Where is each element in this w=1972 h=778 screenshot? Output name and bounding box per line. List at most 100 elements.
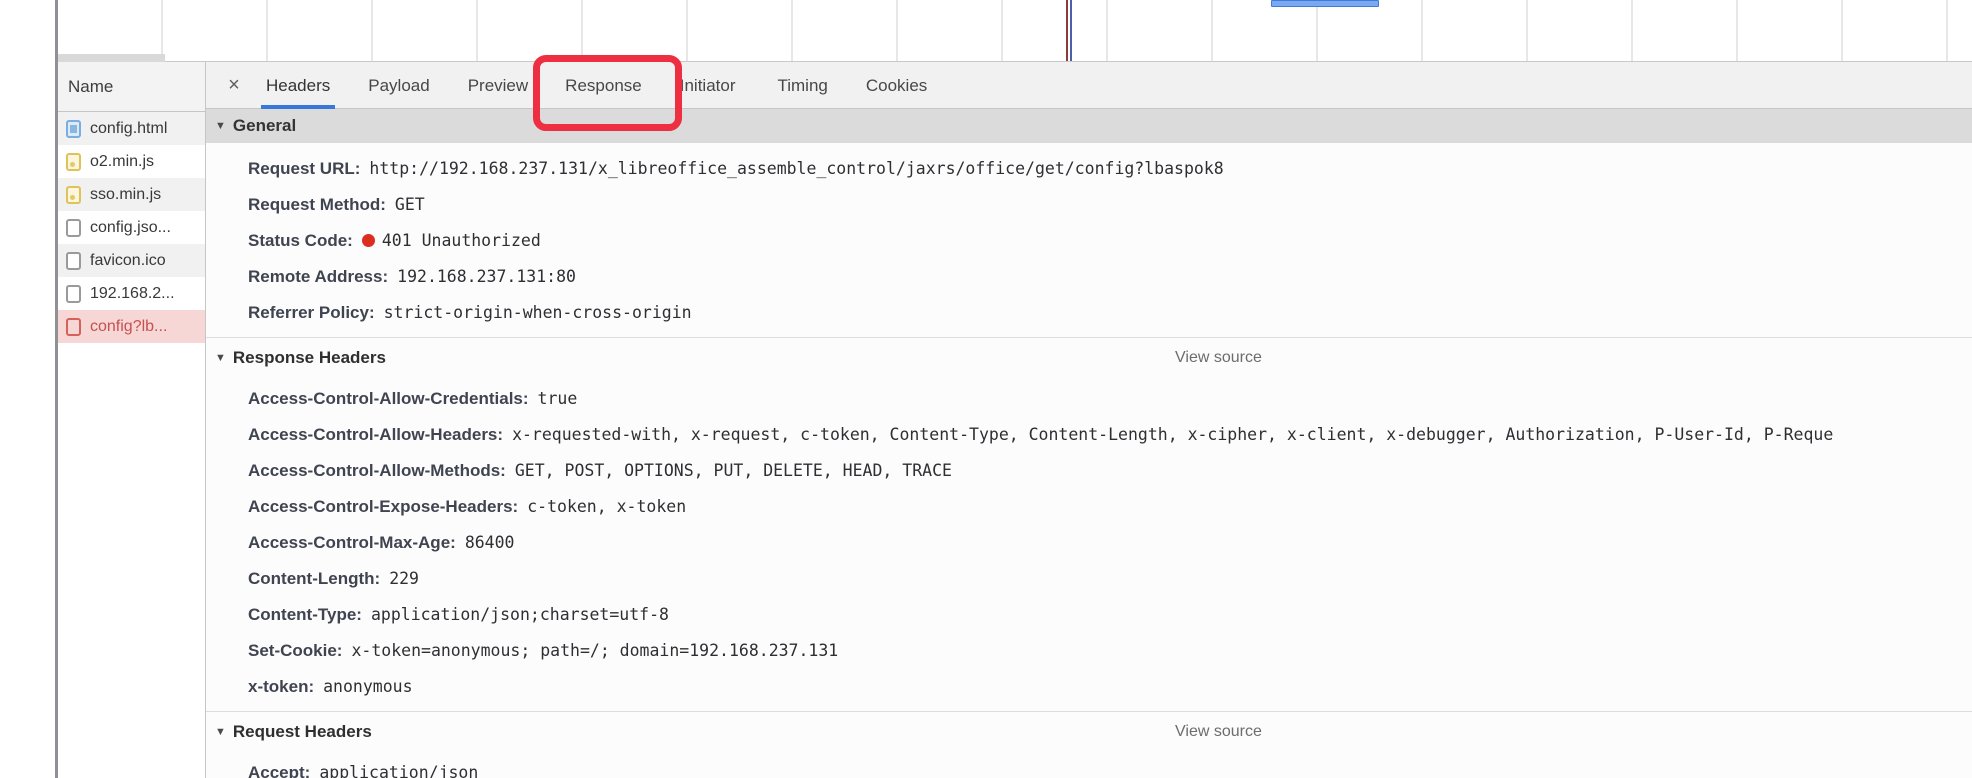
request-name: config?lb... [90, 317, 168, 335]
header-row-x-token: x-token: anonymous [206, 669, 1972, 705]
header-row-aceh: Access-Control-Expose-Headers: c-token, x… [206, 489, 1972, 525]
tab-label: Response [565, 75, 642, 95]
header-row-remote-address: Remote Address: 192.168.237.131:80 [206, 259, 1972, 295]
request-row-o2-min-js[interactable]: o2.min.js [58, 145, 205, 178]
header-value: http://192.168.237.131/x_libreoffice_ass… [369, 159, 1224, 178]
response-headers-body: Access-Control-Allow-Credentials: true Ac… [206, 377, 1972, 711]
header-key: Accept: [248, 763, 311, 778]
tab-response[interactable]: Response [565, 62, 642, 109]
tab-label: Cookies [865, 75, 928, 95]
tab-timing[interactable]: Timing [777, 62, 827, 109]
header-value: 192.168.237.131:80 [397, 267, 576, 286]
tab-preview[interactable]: Preview [468, 62, 528, 109]
header-row-acam: Access-Control-Allow-Methods: GET, POST, … [206, 453, 1972, 489]
request-name: sso.min.js [90, 185, 162, 203]
request-row-config-json[interactable]: config.jso... [58, 211, 205, 244]
tab-label: Payload [368, 75, 430, 95]
request-name: 192.168.2... [90, 284, 175, 302]
script-icon [66, 185, 81, 204]
header-value: c-token, x-token [527, 497, 687, 516]
request-row-config-html[interactable]: config.html [58, 112, 205, 145]
tab-headers[interactable]: Headers [261, 62, 336, 109]
header-value: strict-origin-when-cross-origin [383, 303, 692, 322]
request-table: Name config.html o2.min.js sso.min.js co… [58, 62, 206, 778]
header-row-max-age: Access-Control-Max-Age: 86400 [206, 525, 1972, 561]
error-file-icon [66, 317, 81, 336]
chevron-down-icon: ▼ [215, 120, 226, 132]
header-key: Request Method: [248, 195, 386, 214]
header-value: 401 Unauthorized [381, 231, 541, 250]
header-key: Access-Control-Max-Age: [248, 533, 456, 552]
header-row-acah: Access-Control-Allow-Headers: x-requested… [206, 417, 1972, 453]
header-row-request-method: Request Method: GET [206, 187, 1972, 223]
header-value: application/json [319, 763, 479, 778]
request-row-sso-min-js[interactable]: sso.min.js [58, 178, 205, 211]
domcontentloaded-event-line [1070, 0, 1072, 61]
document-icon [66, 119, 81, 138]
request-row-ip[interactable]: 192.168.2... [58, 277, 205, 310]
header-key: Remote Address: [248, 267, 389, 286]
header-value: application/json;charset=utf-8 [370, 605, 669, 624]
header-key: Request URL: [248, 159, 361, 178]
script-icon [66, 152, 81, 171]
header-row-content-type: Content-Type: application/json;charset=ut… [206, 597, 1972, 633]
header-row-content-length: Content-Length: 229 [206, 561, 1972, 597]
header-value: 86400 [464, 533, 515, 552]
tab-payload[interactable]: Payload [368, 62, 429, 109]
tab-initiator[interactable]: Initiator [680, 62, 736, 109]
header-row-set-cookie: Set-Cookie: x-token=anonymous; path=/; do… [206, 633, 1972, 669]
request-details-pane: × Headers Payload Preview Response Initi… [206, 62, 1972, 778]
header-key: Content-Length: [248, 569, 381, 588]
active-tab-underline [261, 104, 336, 109]
header-value: GET, POST, OPTIONS, PUT, DELETE, HEAD, T… [514, 461, 952, 480]
file-icon [66, 251, 81, 270]
sidebar-scrollbar[interactable] [58, 54, 165, 62]
devtools-network-panel: Name config.html o2.min.js sso.min.js co… [0, 0, 1972, 778]
status-error-dot-icon [361, 234, 375, 247]
request-name: config.html [90, 119, 168, 137]
name-column-header[interactable]: Name [58, 62, 205, 112]
header-key: Content-Type: [248, 605, 362, 624]
header-key: Set-Cookie: [248, 641, 343, 660]
tab-label: Initiator [679, 75, 736, 95]
header-value: x-requested-with, x-request, c-token, Co… [512, 425, 1834, 444]
header-row-referrer-policy: Referrer Policy: strict-origin-when-cross… [206, 295, 1972, 331]
header-row-accept: Accept: application/json [206, 755, 1972, 778]
section-title: Request Headers [232, 722, 372, 741]
request-headers-body: Accept: application/json [206, 751, 1972, 778]
header-value: true [537, 389, 578, 408]
chevron-down-icon: ▼ [215, 726, 226, 738]
request-row-favicon[interactable]: favicon.ico [58, 244, 205, 277]
waterfall-request-bar [1271, 0, 1379, 7]
request-name: favicon.ico [90, 251, 166, 269]
header-row-status-code: Status Code: 401 Unauthorized [206, 223, 1972, 259]
header-key: x-token: [248, 677, 315, 696]
request-headers-section-toggle[interactable]: ▼ Request Headers View source [206, 711, 1972, 751]
header-key: Referrer Policy: [248, 303, 375, 322]
request-name: o2.min.js [90, 152, 155, 170]
header-key: Access-Control-Allow-Headers: [248, 425, 504, 444]
network-overview-timeline[interactable] [58, 0, 1972, 62]
view-source-link[interactable]: View source [1175, 712, 1262, 752]
tab-label: Headers [266, 75, 331, 95]
network-main-split: Name config.html o2.min.js sso.min.js co… [58, 62, 1972, 778]
header-key: Access-Control-Expose-Headers: [248, 497, 519, 516]
file-icon [66, 218, 81, 237]
request-name: config.jso... [90, 218, 171, 236]
view-source-link[interactable]: View source [1175, 338, 1262, 378]
load-event-line [1066, 0, 1068, 61]
general-section-body: Request URL: http://192.168.237.131/x_lib… [206, 143, 1972, 337]
general-section-toggle[interactable]: ▼ General [206, 109, 1972, 143]
request-row-config-error-selected[interactable]: config?lb... [58, 310, 205, 343]
tab-label: Timing [777, 75, 828, 95]
header-value: x-token=anonymous; path=/; domain=192.16… [351, 641, 839, 660]
response-headers-section-toggle[interactable]: ▼ Response Headers View source [206, 337, 1972, 377]
section-title: General [232, 116, 297, 135]
header-row-request-url: Request URL: http://192.168.237.131/x_lib… [206, 151, 1972, 187]
details-tab-bar: × Headers Payload Preview Response Initi… [206, 62, 1972, 109]
header-key: Access-Control-Allow-Credentials: [248, 389, 529, 408]
close-icon[interactable]: × [226, 74, 242, 97]
tab-cookies[interactable]: Cookies [866, 62, 927, 109]
header-value: 229 [389, 569, 419, 588]
header-key: Access-Control-Allow-Methods: [248, 461, 506, 480]
